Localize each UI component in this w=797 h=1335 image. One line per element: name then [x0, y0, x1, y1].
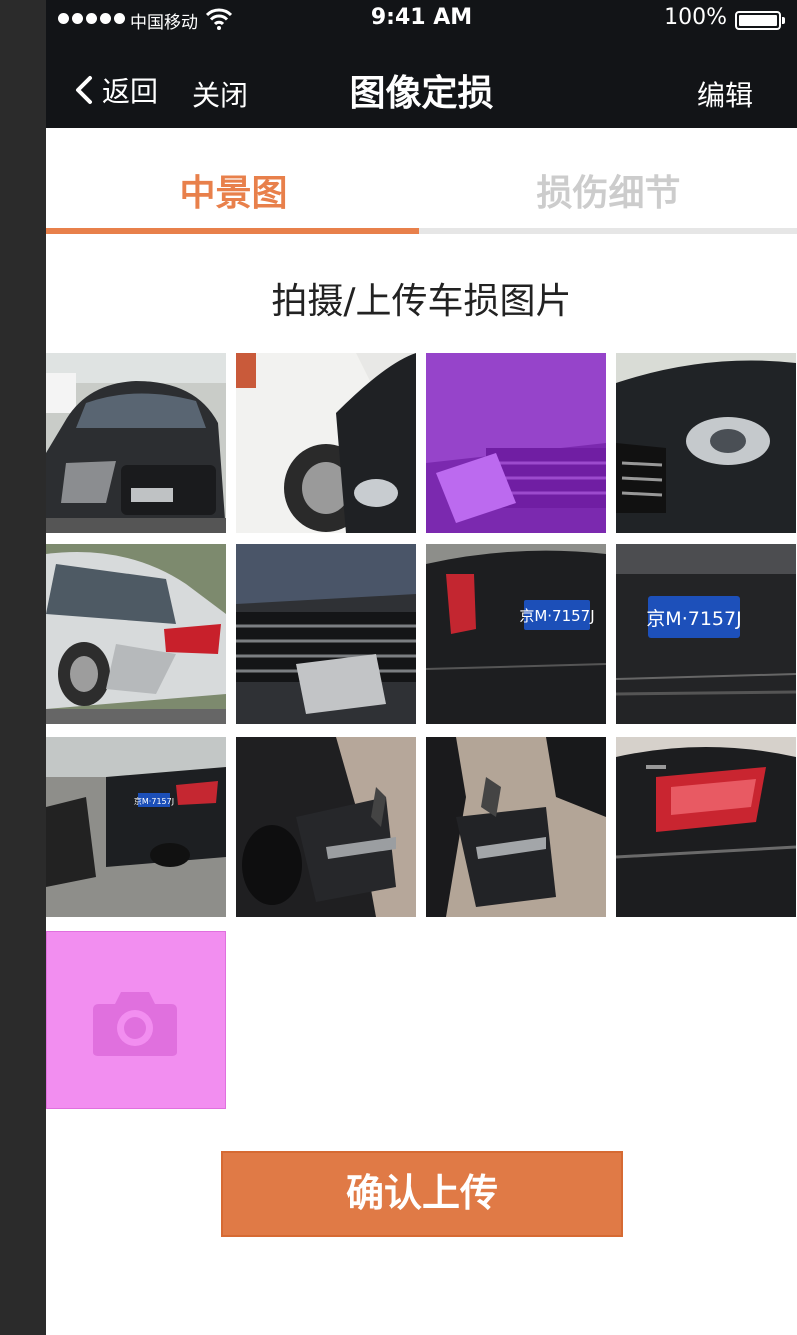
car-photo-taillight — [616, 737, 796, 917]
upload-photo-button[interactable] — [46, 931, 226, 1109]
plate-text-1: 京M·7157J — [519, 607, 594, 625]
photo-tile-7[interactable]: 京M·7157J — [426, 544, 606, 724]
photo-tile-6[interactable] — [236, 544, 416, 724]
car-photo-grille-closeup — [236, 544, 416, 724]
tab-midshot[interactable]: 中景图 — [46, 164, 421, 216]
car-photo-rear-plate: 京M·7157J — [426, 544, 606, 724]
photo-tile-4[interactable] — [616, 353, 796, 533]
battery-percent: 100% — [664, 5, 727, 30]
battery-tip — [782, 17, 785, 24]
photo-tile-8[interactable]: 京M·7157J — [616, 544, 796, 724]
confirm-upload-button[interactable]: 确认上传 — [221, 1151, 623, 1237]
photo-tile-5[interactable] — [46, 544, 226, 724]
car-photo-headlight-closeup — [616, 353, 796, 533]
camera-icon — [93, 992, 177, 1056]
tab-indicator — [46, 228, 419, 234]
photo-tile-2[interactable] — [236, 353, 416, 533]
photo-tile-10[interactable] — [236, 737, 416, 917]
car-photo-rear-street: 京M·7157J — [46, 737, 226, 917]
page-title: 图像定损 — [349, 73, 494, 114]
plate-text-3: 京M·7157J — [134, 796, 174, 806]
car-photo-rear-white-damage — [46, 544, 226, 724]
car-photo-front-damage — [46, 353, 226, 533]
car-photo-rear-plate-closeup: 京M·7157J — [616, 544, 796, 724]
top-bar: 中国移动 9:41 AM 100% 返回 关闭 图像定损 编辑 — [46, 0, 797, 128]
photo-tile-1[interactable] — [46, 353, 226, 533]
photo-tile-9[interactable]: 京M·7157J — [46, 737, 226, 917]
photo-tile-12[interactable] — [616, 737, 796, 917]
car-photo-side-headlight — [236, 353, 416, 533]
car-photo-bumper-damage — [236, 737, 416, 917]
section-title: 拍摄/上传车损图片 — [271, 281, 572, 322]
car-photo-bumper-closeup — [426, 737, 606, 917]
plate-text-2: 京M·7157J — [646, 608, 741, 630]
photo-tile-3-selected[interactable] — [426, 353, 606, 533]
status-bar: 中国移动 9:41 AM 100% — [46, 0, 797, 40]
battery-icon — [735, 11, 781, 30]
edit-button[interactable]: 编辑 — [697, 74, 753, 114]
tab-bar: 中景图 损伤细节 — [46, 128, 797, 235]
photo-tile-11[interactable] — [426, 737, 606, 917]
tab-damage-details[interactable]: 损伤细节 — [421, 164, 796, 216]
phone-screen: 中国移动 9:41 AM 100% 返回 关闭 图像定损 编辑 中景图 损伤细节… — [46, 0, 797, 1335]
car-photo-grille-damage — [426, 353, 606, 533]
nav-bar: 返回 关闭 图像定损 编辑 — [46, 40, 797, 128]
